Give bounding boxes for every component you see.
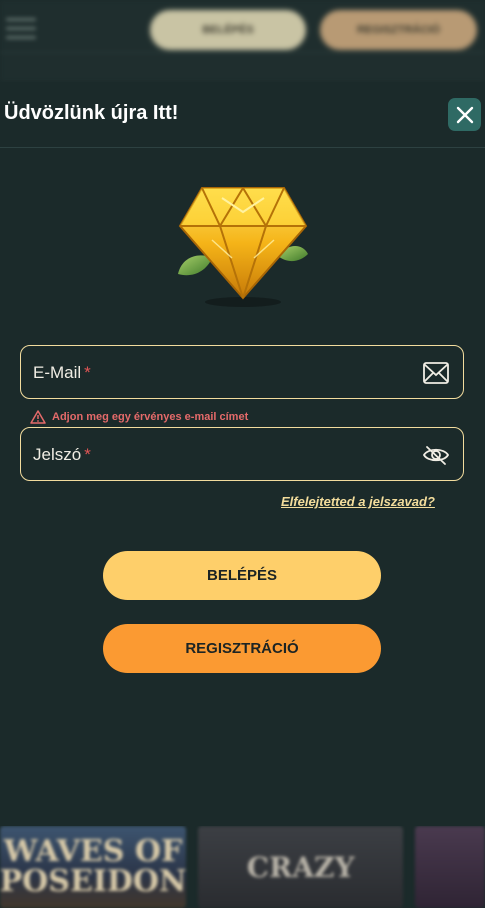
login-modal: Üdvözlünk újra Itt! E-Mail * Adjon meg e… <box>0 82 485 826</box>
email-error-message: Adjon meg egy érvényes e-mail címet <box>30 409 248 425</box>
email-label: E-Mail * <box>33 363 91 382</box>
header-register-button[interactable]: REGISZTRÁCIÓ <box>320 10 477 50</box>
password-field[interactable]: Jelszó * <box>20 427 464 481</box>
password-label: Jelszó * <box>33 445 91 464</box>
error-text: Adjon meg egy érvényes e-mail címet <box>52 411 249 423</box>
close-button[interactable] <box>448 98 481 131</box>
game-tile-crazy[interactable]: CRAZY <box>198 826 404 908</box>
forgot-password-link[interactable]: Elfelejtetted a jelszavad? <box>281 494 435 509</box>
login-button[interactable]: BELÉPÉS <box>103 551 381 600</box>
required-mark: * <box>84 363 91 382</box>
email-field[interactable]: E-Mail * <box>20 345 464 399</box>
header-divider <box>0 52 485 53</box>
eye-slash-icon[interactable] <box>422 442 450 468</box>
modal-title: Üdvözlünk újra Itt! <box>4 102 179 124</box>
background-header: BELÉPÉS REGISZTRÁCIÓ <box>0 0 485 82</box>
register-button[interactable]: REGISZTRÁCIÓ <box>103 624 381 673</box>
close-icon <box>456 106 473 123</box>
header-login-button[interactable]: BELÉPÉS <box>150 10 306 50</box>
background-game-row: WAVES OF POSEIDON CRAZY <box>0 826 485 908</box>
menu-icon[interactable] <box>6 18 36 40</box>
game-tile-waves-of-poseidon[interactable]: WAVES OF POSEIDON <box>0 826 186 908</box>
envelope-icon <box>423 362 449 384</box>
game-tile[interactable] <box>415 826 485 908</box>
modal-header: Üdvözlünk újra Itt! <box>0 82 485 148</box>
warning-icon <box>30 410 46 424</box>
required-mark: * <box>84 445 91 464</box>
diamond-logo-icon <box>178 187 308 307</box>
